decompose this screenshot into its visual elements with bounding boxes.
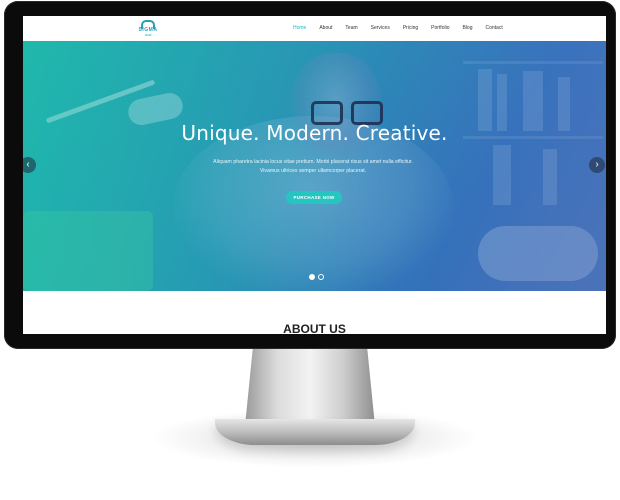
nav-item-pricing[interactable]: Pricing: [403, 25, 418, 31]
nav-item-blog[interactable]: Blog: [462, 25, 472, 31]
monitor-stand-base: [215, 419, 415, 445]
website-screen: SIGMA dual Home About Team Services Pric…: [23, 16, 606, 334]
monitor-bezel: SIGMA dual Home About Team Services Pric…: [4, 1, 616, 349]
nav-item-portfolio[interactable]: Portfolio: [431, 25, 449, 31]
hero-subtitle: Aliquam pharetra lacinia locus vitae pre…: [213, 159, 413, 174]
nav-item-about[interactable]: About: [319, 25, 332, 31]
slider-dot-1[interactable]: [309, 274, 315, 280]
monitor-stand-neck: [245, 348, 375, 426]
hero-title: Unique. Modern. Creative.: [181, 121, 448, 145]
slider-dots: [309, 274, 324, 280]
nav-item-contact[interactable]: Contact: [486, 25, 503, 31]
chevron-right-icon[interactable]: ›: [589, 157, 605, 173]
about-heading: ABOUT US: [283, 322, 346, 334]
hero-slider: Unique. Modern. Creative. Aliquam pharet…: [23, 41, 606, 291]
nav-item-home[interactable]: Home: [293, 25, 306, 31]
main-nav: Home About Team Services Pricing Portfol…: [293, 25, 516, 31]
nav-item-team[interactable]: Team: [345, 25, 357, 31]
site-logo[interactable]: SIGMA dual: [133, 20, 161, 38]
slider-dot-2[interactable]: [318, 274, 324, 280]
purchase-now-button[interactable]: PURCHASE NOW: [286, 191, 342, 204]
nav-item-services[interactable]: Services: [371, 25, 390, 31]
logo-subtext: dual: [144, 33, 152, 37]
site-navbar: SIGMA dual Home About Team Services Pric…: [23, 16, 606, 42]
